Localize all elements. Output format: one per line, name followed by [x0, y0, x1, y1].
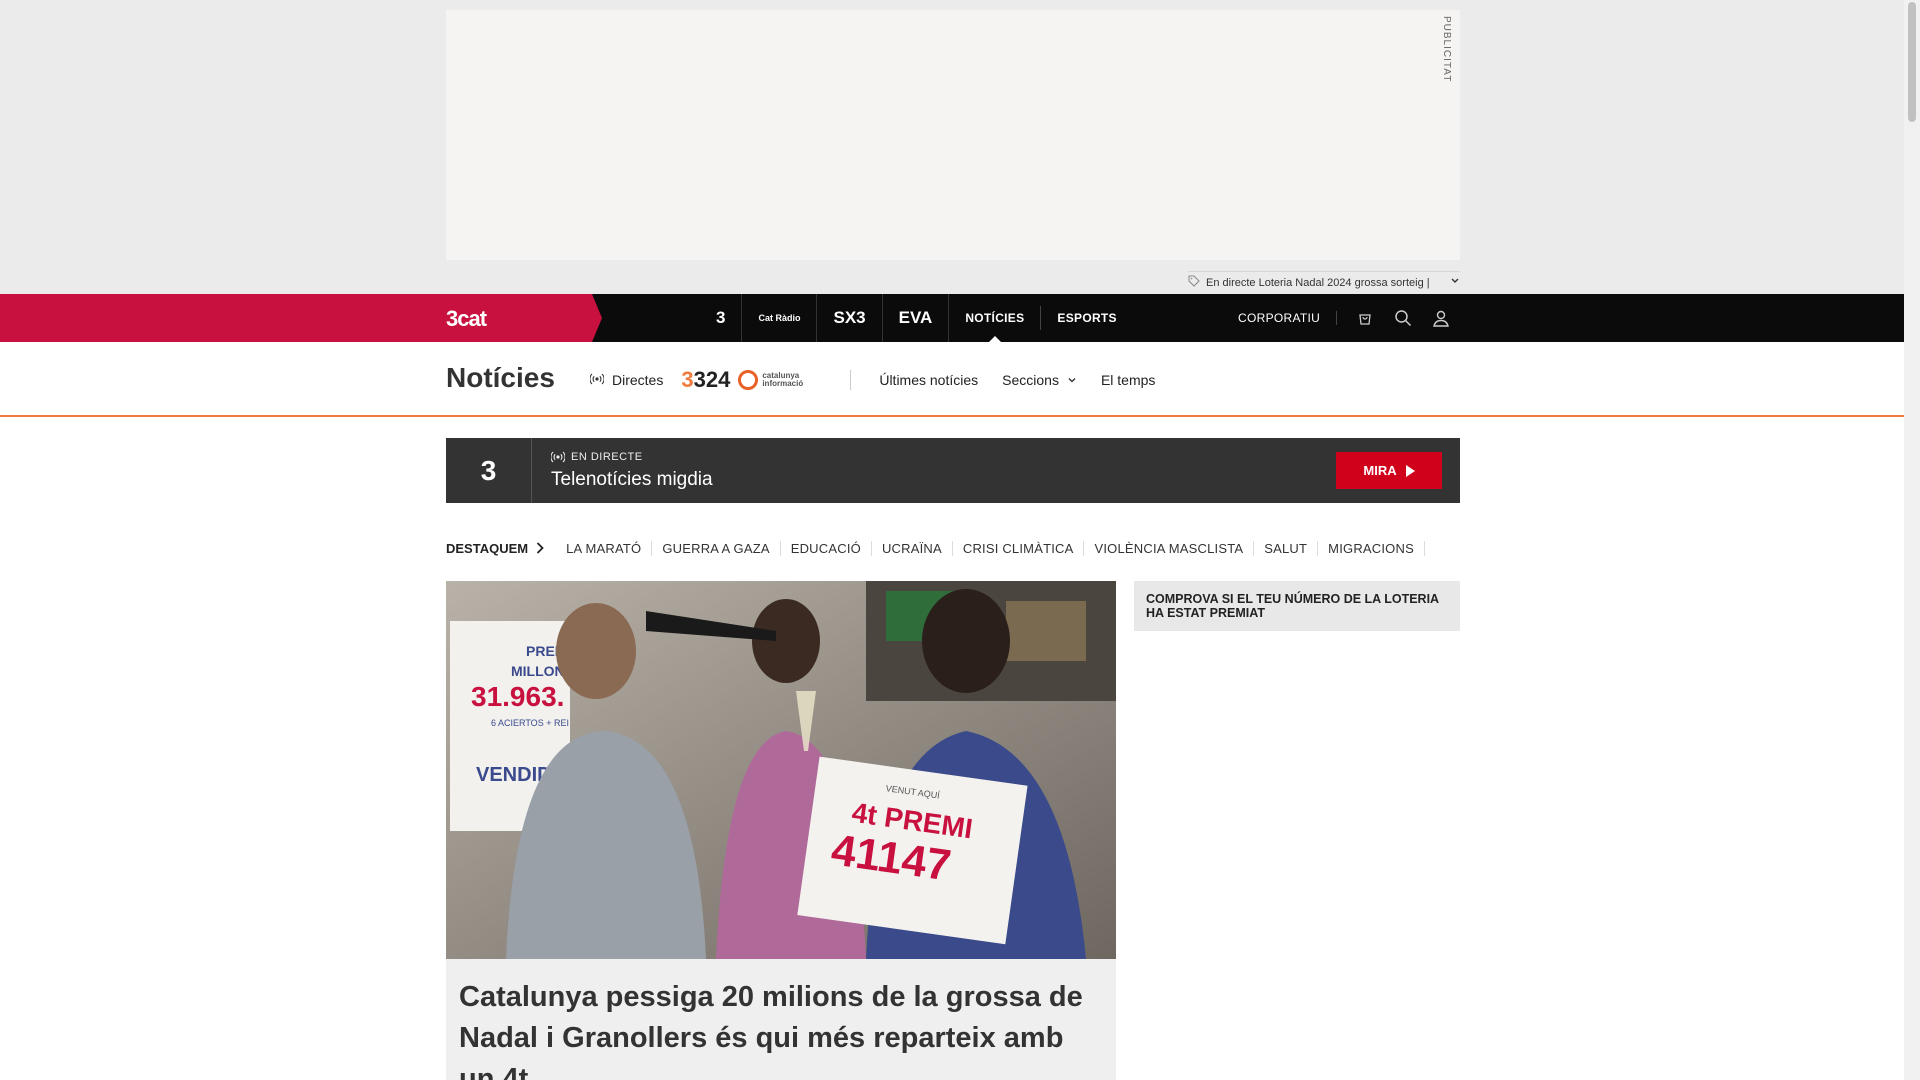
- article-headline[interactable]: Catalunya pessiga 20 milions de la gross…: [459, 977, 1104, 1080]
- user-icon[interactable]: [1431, 308, 1451, 328]
- nav-corporatiu[interactable]: CORPORATIU: [1238, 311, 1338, 325]
- chevron-down-icon[interactable]: [1450, 276, 1460, 289]
- channel-tv3-logo[interactable]: 3: [700, 294, 743, 342]
- brand-band: [0, 294, 602, 342]
- highlight-item[interactable]: LA MARATÓ: [556, 540, 653, 556]
- tag-icon: [1188, 275, 1200, 290]
- catalunya-informacio-logo[interactable]: catalunya informació: [738, 370, 852, 390]
- subnav-el-temps[interactable]: El temps: [1089, 372, 1167, 388]
- channel-bar: 3 Cat Ràdio SX3 EVA NOTÍCIES ESPORTS: [700, 294, 1133, 342]
- play-icon: [1405, 464, 1415, 477]
- subnav-ultimes-noticies[interactable]: Últimes notícies: [867, 372, 990, 388]
- highlight-item[interactable]: UCRAÏNA: [872, 540, 953, 556]
- page-title[interactable]: Notícies: [446, 362, 555, 394]
- live-status-text: EN DIRECTE: [571, 451, 643, 463]
- nav-esports[interactable]: ESPORTS: [1041, 294, 1132, 342]
- channel-324-logo[interactable]: 3324: [673, 367, 738, 393]
- article-card[interactable]: Catalunya pessiga 20 milions de la gross…: [446, 959, 1116, 1080]
- brand-logo-text: 3cat: [446, 306, 487, 331]
- channel-eva-logo[interactable]: EVA: [883, 294, 950, 342]
- live-channel-logo: 3: [446, 438, 532, 503]
- section-subnav: Directes 3324 catalunya informació Últim…: [589, 364, 1167, 396]
- top-navigation: 3cat 3 Cat Ràdio SX3 EVA NOTÍCIES ESPORT…: [0, 294, 1904, 342]
- poster-text: 6 ACIERTOS + REI: [491, 718, 569, 728]
- directes-link[interactable]: Directes: [589, 372, 673, 388]
- highlight-item[interactable]: MIGRACIONS: [1318, 540, 1425, 556]
- section-header: Notícies Directes 3324 catalunya informa…: [0, 342, 1904, 417]
- highlights-title-text: DESTAQUEM: [446, 540, 529, 556]
- highlight-item[interactable]: SALUT: [1254, 540, 1319, 556]
- ticker-text: En directe Loteria Nadal 2024 grossa sor…: [1206, 276, 1430, 289]
- ci-logo-text: catalunya informació: [762, 371, 804, 388]
- lottery-check-box[interactable]: COMPROVA SI EL TEU NÚMERO DE LA LOTERIA …: [1134, 581, 1460, 631]
- poster-text: MILLON: [511, 663, 565, 679]
- chevron-down-icon: [1068, 378, 1076, 383]
- directes-label: Directes: [612, 372, 664, 388]
- mira-label: MIRA: [1363, 463, 1397, 478]
- channel-sx3-logo[interactable]: SX3: [817, 294, 883, 342]
- scrollbar-thumb[interactable]: [1908, 2, 1916, 122]
- poster-number: 31.963.: [471, 681, 564, 712]
- live-bar[interactable]: 3 EN DIRECTE Telenotícies migdia MIRA: [446, 438, 1460, 503]
- broadcast-icon: [589, 372, 605, 388]
- nav-noticies[interactable]: NOTÍCIES: [949, 294, 1040, 342]
- highlights-bar: DESTAQUEM LA MARATÓ GUERRA A GAZA EDUCAC…: [446, 538, 1425, 558]
- channel-catradio-logo[interactable]: Cat Ràdio: [742, 294, 818, 342]
- seccions-label: Seccions: [1002, 372, 1059, 388]
- highlights-title[interactable]: DESTAQUEM: [446, 541, 556, 556]
- ad-banner[interactable]: PUBLICITAT: [446, 10, 1460, 260]
- article-hero-image[interactable]: PREM MILLON 31.963. 6 ACIERTOS + REI VEN…: [446, 581, 1116, 959]
- utility-nav: CORPORATIU: [1238, 294, 1451, 342]
- highlight-item[interactable]: EDUCACIÓ: [781, 540, 872, 556]
- ci-logo-mark: [738, 370, 759, 390]
- highlight-item[interactable]: GUERRA A GAZA: [652, 540, 781, 556]
- highlight-item[interactable]: CRISI CLIMÀTICA: [953, 540, 1085, 556]
- ticker[interactable]: En directe Loteria Nadal 2024 grossa sor…: [1188, 271, 1460, 291]
- ad-zone: PUBLICITAT En directe Loteria Nadal 2024…: [0, 0, 1904, 294]
- subnav-seccions[interactable]: Seccions: [990, 372, 1089, 388]
- mira-button[interactable]: MIRA: [1336, 452, 1442, 489]
- ad-label: PUBLICITAT: [1441, 16, 1452, 83]
- brand-logo[interactable]: 3cat: [446, 306, 487, 332]
- shopping-bag-icon[interactable]: [1355, 308, 1375, 328]
- logo-324-text: 324: [693, 367, 731, 392]
- live-channel-text: 3: [480, 454, 497, 486]
- live-program-title[interactable]: Telenotícies migdia: [551, 469, 713, 491]
- highlight-item[interactable]: VIOLÈNCIA MASCLISTA: [1084, 540, 1255, 556]
- broadcast-icon: [551, 451, 565, 463]
- search-icon[interactable]: [1393, 308, 1413, 328]
- scrollbar[interactable]: [1904, 0, 1920, 1080]
- chevron-right-icon: [536, 542, 544, 554]
- live-status: EN DIRECTE: [551, 451, 643, 463]
